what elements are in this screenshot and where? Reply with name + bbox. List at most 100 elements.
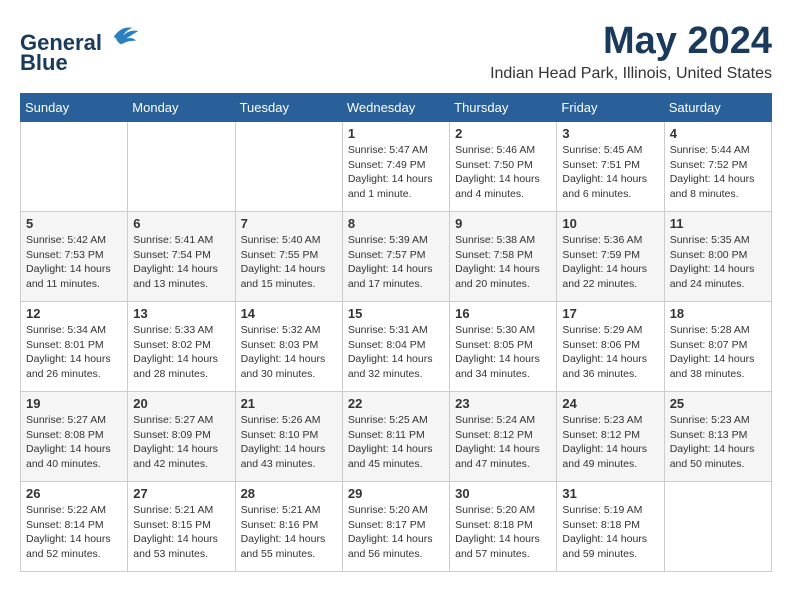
day-number: 27 [133, 486, 229, 501]
day-number: 23 [455, 396, 551, 411]
calendar-week-4: 19Sunrise: 5:27 AMSunset: 8:08 PMDayligh… [21, 392, 772, 482]
calendar-cell: 3 Sunrise: 5:45 AMSunset: 7:51 PMDaylight… [557, 122, 664, 212]
day-info: Sunrise: 5:20 AMSunset: 8:18 PMDaylight:… [455, 503, 551, 562]
day-info: Sunrise: 5:23 AMSunset: 8:12 PMDaylight:… [562, 413, 658, 472]
day-number: 28 [241, 486, 337, 501]
location: Indian Head Park, Illinois, United State… [490, 65, 772, 83]
day-number: 5 [26, 216, 122, 231]
calendar-cell: 6 Sunrise: 5:41 AMSunset: 7:54 PMDaylight… [128, 212, 235, 302]
calendar-cell: 8 Sunrise: 5:39 AMSunset: 7:57 PMDaylight… [342, 212, 449, 302]
calendar-cell: 28Sunrise: 5:21 AMSunset: 8:16 PMDayligh… [235, 482, 342, 572]
calendar-cell: 9Sunrise: 5:38 AMSunset: 7:58 PMDaylight… [450, 212, 557, 302]
calendar-cell: 22 Sunrise: 5:25 AMSunset: 8:11 PMDayligh… [342, 392, 449, 482]
calendar-cell: 15 Sunrise: 5:31 AMSunset: 8:04 PMDayligh… [342, 302, 449, 392]
calendar-cell: 11 Sunrise: 5:35 AMSunset: 8:00 PMDayligh… [664, 212, 771, 302]
day-info: Sunrise: 5:26 AMSunset: 8:10 PMDaylight:… [241, 413, 337, 472]
day-info: Sunrise: 5:25 AMSunset: 8:11 PMDaylight:… [348, 413, 444, 472]
day-info: Sunrise: 5:19 AMSunset: 8:18 PMDaylight:… [562, 503, 658, 562]
day-info: Sunrise: 5:29 AMSunset: 8:06 PMDaylight:… [562, 323, 658, 382]
calendar-cell [21, 122, 128, 212]
calendar-cell: 21 Sunrise: 5:26 AMSunset: 8:10 PMDayligh… [235, 392, 342, 482]
weekday-header-saturday: Saturday [664, 94, 771, 122]
page-header: General Blue May 2024 Indian Head Park, … [20, 20, 772, 83]
day-number: 1 [348, 126, 444, 141]
calendar-cell: 7 Sunrise: 5:40 AMSunset: 7:55 PMDaylight… [235, 212, 342, 302]
day-number: 10 [562, 216, 658, 231]
calendar-week-5: 26 Sunrise: 5:22 AMSunset: 8:14 PMDayligh… [21, 482, 772, 572]
day-number: 8 [348, 216, 444, 231]
day-number: 24 [562, 396, 658, 411]
weekday-header-monday: Monday [128, 94, 235, 122]
day-number: 9 [455, 216, 551, 231]
day-info: Sunrise: 5:41 AMSunset: 7:54 PMDaylight:… [133, 233, 229, 292]
calendar-cell: 1Sunrise: 5:47 AMSunset: 7:49 PMDaylight… [342, 122, 449, 212]
calendar-cell: 23 Sunrise: 5:24 AMSunset: 8:12 PMDayligh… [450, 392, 557, 482]
calendar-cell: 25 Sunrise: 5:23 AMSunset: 8:13 PMDayligh… [664, 392, 771, 482]
day-info: Sunrise: 5:22 AMSunset: 8:14 PMDaylight:… [26, 503, 122, 562]
calendar-cell: 24 Sunrise: 5:23 AMSunset: 8:12 PMDayligh… [557, 392, 664, 482]
day-info: Sunrise: 5:39 AMSunset: 7:57 PMDaylight:… [348, 233, 444, 292]
weekday-header-friday: Friday [557, 94, 664, 122]
day-number: 3 [562, 126, 658, 141]
calendar-cell: 19Sunrise: 5:27 AMSunset: 8:08 PMDayligh… [21, 392, 128, 482]
calendar-cell: 13Sunrise: 5:33 AMSunset: 8:02 PMDayligh… [128, 302, 235, 392]
calendar-cell: 29 Sunrise: 5:20 AMSunset: 8:17 PMDayligh… [342, 482, 449, 572]
day-number: 4 [670, 126, 766, 141]
day-number: 30 [455, 486, 551, 501]
day-number: 11 [670, 216, 766, 231]
day-number: 21 [241, 396, 337, 411]
calendar-cell: 2Sunrise: 5:46 AMSunset: 7:50 PMDaylight… [450, 122, 557, 212]
calendar-week-3: 12 Sunrise: 5:34 AMSunset: 8:01 PMDayligh… [21, 302, 772, 392]
calendar-cell: 10 Sunrise: 5:36 AMSunset: 7:59 PMDayligh… [557, 212, 664, 302]
calendar-cell: 18 Sunrise: 5:28 AMSunset: 8:07 PMDayligh… [664, 302, 771, 392]
day-number: 26 [26, 486, 122, 501]
day-number: 12 [26, 306, 122, 321]
calendar-cell: 12 Sunrise: 5:34 AMSunset: 8:01 PMDayligh… [21, 302, 128, 392]
day-info: Sunrise: 5:24 AMSunset: 8:12 PMDaylight:… [455, 413, 551, 472]
day-info: Sunrise: 5:34 AMSunset: 8:01 PMDaylight:… [26, 323, 122, 382]
month-title: May 2024 [490, 20, 772, 63]
day-number: 25 [670, 396, 766, 411]
calendar-cell: 30 Sunrise: 5:20 AMSunset: 8:18 PMDayligh… [450, 482, 557, 572]
day-number: 6 [133, 216, 229, 231]
weekday-header-tuesday: Tuesday [235, 94, 342, 122]
day-info: Sunrise: 5:46 AMSunset: 7:50 PMDaylight:… [455, 143, 551, 202]
logo-bird-icon [110, 20, 140, 50]
day-info: Sunrise: 5:44 AMSunset: 7:52 PMDaylight:… [670, 143, 766, 202]
calendar-cell [235, 122, 342, 212]
day-info: Sunrise: 5:36 AMSunset: 7:59 PMDaylight:… [562, 233, 658, 292]
day-info: Sunrise: 5:20 AMSunset: 8:17 PMDaylight:… [348, 503, 444, 562]
calendar-cell: 4 Sunrise: 5:44 AMSunset: 7:52 PMDaylight… [664, 122, 771, 212]
calendar-cell [664, 482, 771, 572]
day-info: Sunrise: 5:31 AMSunset: 8:04 PMDaylight:… [348, 323, 444, 382]
day-number: 16 [455, 306, 551, 321]
day-number: 22 [348, 396, 444, 411]
title-area: May 2024 Indian Head Park, Illinois, Uni… [490, 20, 772, 83]
day-number: 14 [241, 306, 337, 321]
calendar-cell: 26 Sunrise: 5:22 AMSunset: 8:14 PMDayligh… [21, 482, 128, 572]
calendar-cell: 16 Sunrise: 5:30 AMSunset: 8:05 PMDayligh… [450, 302, 557, 392]
calendar-cell [128, 122, 235, 212]
day-number: 20 [133, 396, 229, 411]
day-number: 17 [562, 306, 658, 321]
day-info: Sunrise: 5:30 AMSunset: 8:05 PMDaylight:… [455, 323, 551, 382]
day-info: Sunrise: 5:40 AMSunset: 7:55 PMDaylight:… [241, 233, 337, 292]
weekday-header-wednesday: Wednesday [342, 94, 449, 122]
calendar-week-2: 5Sunrise: 5:42 AMSunset: 7:53 PMDaylight… [21, 212, 772, 302]
day-number: 29 [348, 486, 444, 501]
day-info: Sunrise: 5:28 AMSunset: 8:07 PMDaylight:… [670, 323, 766, 382]
day-info: Sunrise: 5:23 AMSunset: 8:13 PMDaylight:… [670, 413, 766, 472]
day-number: 7 [241, 216, 337, 231]
day-info: Sunrise: 5:45 AMSunset: 7:51 PMDaylight:… [562, 143, 658, 202]
logo: General Blue [20, 20, 140, 75]
day-number: 15 [348, 306, 444, 321]
weekday-header-thursday: Thursday [450, 94, 557, 122]
weekday-header-row: SundayMondayTuesdayWednesdayThursdayFrid… [21, 94, 772, 122]
day-number: 19 [26, 396, 122, 411]
calendar-cell: 14Sunrise: 5:32 AMSunset: 8:03 PMDayligh… [235, 302, 342, 392]
calendar-table: SundayMondayTuesdayWednesdayThursdayFrid… [20, 93, 772, 572]
calendar-week-1: 1Sunrise: 5:47 AMSunset: 7:49 PMDaylight… [21, 122, 772, 212]
day-info: Sunrise: 5:21 AMSunset: 8:15 PMDaylight:… [133, 503, 229, 562]
day-info: Sunrise: 5:35 AMSunset: 8:00 PMDaylight:… [670, 233, 766, 292]
day-number: 18 [670, 306, 766, 321]
